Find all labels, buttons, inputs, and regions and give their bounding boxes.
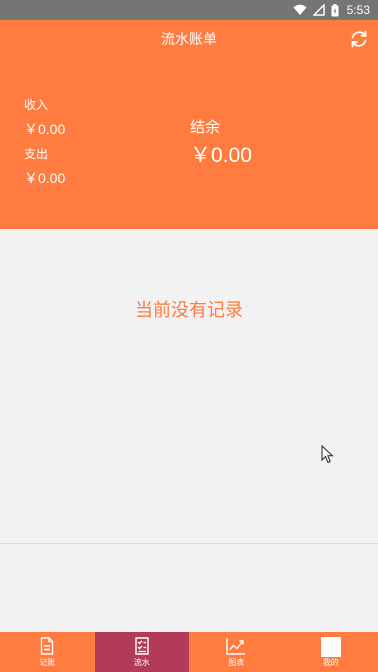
balance-label: 结余 (190, 118, 221, 136)
tab-label: 记账 (39, 658, 56, 667)
refresh-icon[interactable] (348, 28, 370, 50)
tab-label: 流水 (133, 658, 150, 667)
chart-icon (226, 637, 246, 659)
battery-icon (331, 3, 339, 17)
signal-icon (312, 4, 325, 16)
page-title: 流水账单 (161, 32, 217, 48)
income-label: 收入 (24, 98, 49, 112)
divider (0, 543, 378, 544)
tab-transactions[interactable]: 流水 (94, 632, 189, 672)
status-icons: 5:53 (293, 2, 370, 18)
empty-state-message: 当前没有记录 (135, 300, 243, 321)
bottom-tab-bar: 记账 流水 图表 我的 (0, 632, 378, 672)
mouse-cursor-icon (321, 444, 335, 469)
status-time: 5:53 (346, 3, 370, 17)
income-amount: ￥0.00 (24, 121, 66, 137)
tab-bookkeeping[interactable]: 记账 (0, 632, 95, 672)
tab-label: 图表 (228, 658, 245, 667)
expense-label: 支出 (24, 147, 49, 161)
status-bar: 5:53 (0, 0, 378, 20)
document-icon (38, 637, 56, 659)
tab-profile[interactable]: 我的 (284, 632, 378, 672)
expense-amount: ￥0.00 (24, 170, 66, 186)
list-icon (133, 637, 151, 659)
tab-label: 我的 (322, 658, 339, 667)
wifi-icon (293, 4, 307, 16)
profile-icon (320, 637, 341, 657)
balance-amount: ￥0.00 (190, 144, 252, 167)
tab-charts[interactable]: 图表 (189, 632, 284, 672)
summary-header: 流水账单 收入 ￥0.00 支出 ￥0.00 结余 ￥0.00 (0, 20, 378, 229)
